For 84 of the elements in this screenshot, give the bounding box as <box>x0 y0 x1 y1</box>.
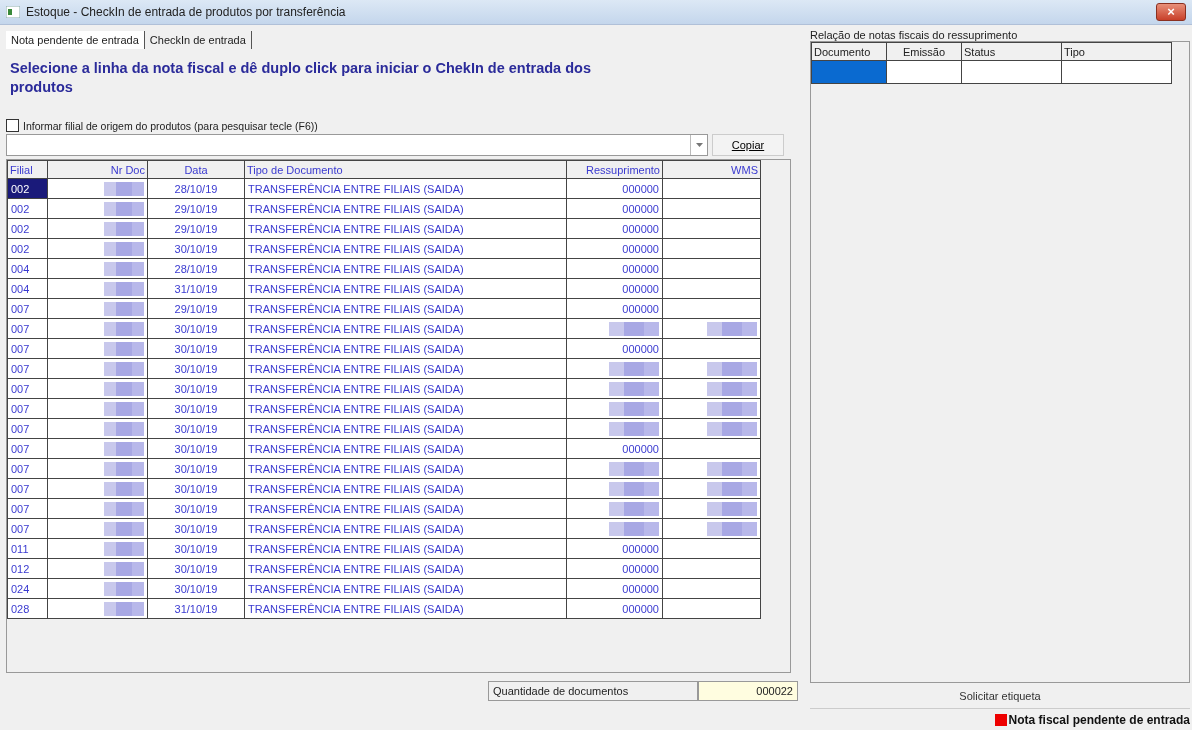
table-cell[interactable]: 004 <box>7 278 48 299</box>
dropdown-icon <box>695 143 703 147</box>
blurred-value <box>609 501 659 516</box>
column-header[interactable]: Nr Doc <box>47 160 148 179</box>
table-cell[interactable]: 007 <box>7 418 48 439</box>
blurred-value <box>104 601 144 616</box>
blurred-value <box>104 361 144 376</box>
checkbox-label: Informar filial de origem do produtos (para pesquisar tecle (F6)) <box>23 119 318 132</box>
table-cell[interactable]: 011 <box>7 538 48 559</box>
checkbox[interactable] <box>6 119 19 132</box>
count-label: Quantidade de documentos <box>488 681 698 701</box>
table-cell[interactable]: 007 <box>7 298 48 319</box>
blurred-value <box>609 321 659 336</box>
window-title: Estoque - CheckIn de entrada de produtos por transferência <box>26 5 347 19</box>
blurred-value <box>104 301 144 316</box>
blurred-value <box>104 281 144 296</box>
table-cell[interactable]: 004 <box>7 258 48 279</box>
tab[interactable]: Nota pendente de entrada <box>6 31 145 49</box>
blurred-value <box>104 341 144 356</box>
blurred-value <box>104 401 144 416</box>
blurred-value <box>609 401 659 416</box>
blurred-value <box>104 261 144 276</box>
column-header[interactable]: Emissão <box>886 42 962 61</box>
blurred-value <box>707 421 757 436</box>
blurred-value <box>104 561 144 576</box>
table-cell[interactable]: 007 <box>7 458 48 479</box>
column-header[interactable]: Filial <box>7 160 48 179</box>
blurred-value <box>104 501 144 516</box>
legend-label: Nota fiscal pendente de entrada <box>1008 713 1190 727</box>
blurred-value <box>707 361 757 376</box>
column-header[interactable]: Ressuprimento <box>566 160 663 179</box>
table-cell[interactable]: 024 <box>7 578 48 599</box>
blurred-value <box>609 461 659 476</box>
blurred-value <box>707 401 757 416</box>
blurred-value <box>104 581 144 596</box>
blurred-value <box>104 221 144 236</box>
blurred-value <box>609 521 659 536</box>
table-cell[interactable]: 012 <box>7 558 48 579</box>
blurred-value <box>104 481 144 496</box>
table-cell[interactable]: 007 <box>7 478 48 499</box>
table-cell[interactable]: 007 <box>7 438 48 459</box>
column-header[interactable]: Tipo de Documento <box>244 160 567 179</box>
column-header[interactable]: Tipo <box>1061 42 1172 61</box>
column-header[interactable]: WMS <box>662 160 761 179</box>
blurred-value <box>609 481 659 496</box>
table-cell[interactable]: 002 <box>7 218 48 239</box>
blurred-value <box>104 381 144 396</box>
blurred-value <box>104 201 144 216</box>
table-cell[interactable]: 007 <box>7 378 48 399</box>
blurred-value <box>609 381 659 396</box>
table-cell[interactable]: 002 <box>7 238 48 259</box>
table-cell[interactable]: 007 <box>7 498 48 519</box>
blurred-value <box>707 501 757 516</box>
table-cell[interactable]: 028 <box>7 598 48 619</box>
blurred-value <box>104 541 144 556</box>
blurred-value <box>707 481 757 496</box>
table-cell[interactable]: 007 <box>7 398 48 419</box>
table-cell[interactable]: 002 <box>7 198 48 219</box>
app-icon <box>6 6 20 18</box>
count-value: 000022 <box>698 681 798 701</box>
table-cell[interactable]: 007 <box>7 518 48 539</box>
blurred-value <box>104 421 144 436</box>
blurred-value <box>707 381 757 396</box>
table-cell[interactable]: 007 <box>7 358 48 379</box>
column-header[interactable]: Data <box>147 160 245 179</box>
blurred-value <box>104 321 144 336</box>
table-cell[interactable]: 007 <box>7 338 48 359</box>
copy-button[interactable]: Copiar <box>712 134 784 156</box>
table-cell[interactable]: 007 <box>7 318 48 339</box>
column-header[interactable]: Status <box>961 42 1062 61</box>
blurred-value <box>707 321 757 336</box>
blurred-value <box>707 461 757 476</box>
blurred-value <box>104 181 144 196</box>
blurred-value <box>707 521 757 536</box>
blurred-value <box>104 521 144 536</box>
blurred-value <box>104 461 144 476</box>
table-cell[interactable]: 002 <box>7 178 48 199</box>
side-title: Relação de notas fiscais do ressuprimento <box>810 29 1019 41</box>
column-header[interactable]: Documento <box>811 42 887 61</box>
blurred-value <box>609 421 659 436</box>
blurred-value <box>104 441 144 456</box>
blurred-value <box>104 241 144 256</box>
instruction-text: Selecione a linha da nota fiscal e dê duplo click para iniciar o ChekIn de entrada dos produtos <box>9 59 592 97</box>
blurred-value <box>609 361 659 376</box>
